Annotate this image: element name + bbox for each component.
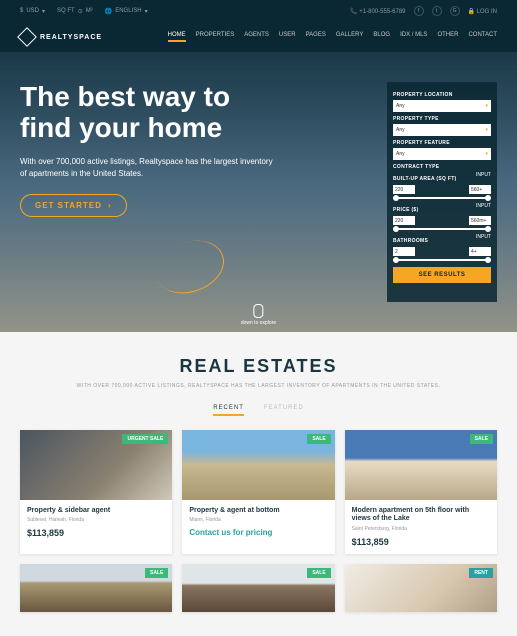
nav-properties[interactable]: PROPERTIES [196,32,235,42]
bath-max-input[interactable]: 4+ [469,247,491,256]
property-card[interactable]: SALE Property & agent at bottom Miami, F… [182,430,334,554]
sale-badge: SALE [145,568,168,578]
sale-badge: SALE [470,434,493,444]
location-label: PROPERTY LOCATION [393,92,491,98]
estates-subtitle: WITH OVER 700,000 ACTIVE LISTINGS, REALT… [20,383,497,389]
nav-pages[interactable]: PAGES [306,32,326,42]
property-location: Miami, Florida [189,517,327,523]
property-title: Modern apartment on 5th floor with views… [352,507,490,524]
tab-featured[interactable]: FEATURED [264,405,304,416]
urgent-sale-badge: URGENT SALE [122,434,168,444]
property-card[interactable]: SALE [20,564,172,612]
see-results-button[interactable]: SEE RESULTS [393,267,491,283]
area-slider[interactable] [393,197,491,199]
google-icon[interactable]: G [450,6,460,16]
topbar-right: 📞 +1-800-555-6789 f t G 🔒 LOG IN [350,6,497,16]
contract-label: CONTRACT TYPE [393,164,491,170]
type-label: PROPERTY TYPE [393,116,491,122]
search-panel: PROPERTY LOCATION Any PROPERTY TYPE Any … [387,82,497,302]
price-min-input[interactable]: 220 [393,216,415,225]
language-selector[interactable]: 🌐 ENGLISH ▾ [105,8,148,15]
estates-title: REAL ESTATES [20,356,497,377]
hero-title: The best way to find your home [20,82,280,144]
get-started-button[interactable]: GET STARTED› [20,194,127,217]
sale-badge: SALE [307,434,330,444]
nav-links: HOME PROPERTIES AGENTS USER PAGES GALLER… [168,32,497,42]
nav-home[interactable]: HOME [168,32,186,42]
price-max-input[interactable]: 560m+ [469,216,491,225]
nav-contact[interactable]: CONTACT [468,32,497,42]
area-min-input[interactable]: 220 [393,185,415,194]
brand-name: REALTYSPACE [40,34,102,41]
property-card[interactable]: RENT [345,564,497,612]
scroll-hint[interactable]: down to explore [241,304,276,326]
nav-other[interactable]: OTHER [437,32,458,42]
bath-slider[interactable] [393,259,491,261]
price-slider[interactable] [393,228,491,230]
type-select[interactable]: Any [393,124,491,136]
property-card[interactable]: URGENT SALE Property & sidebar agent Sub… [20,430,172,554]
rent-badge: RENT [469,568,493,578]
feature-label: PROPERTY FEATURE [393,140,491,146]
nav-blog[interactable]: BLOG [373,32,390,42]
topbar: $ USD ▾ SQ FT ⊙ M² 🌐 ENGLISH ▾ 📞 +1-800-… [0,0,517,22]
twitter-icon[interactable]: t [432,6,442,16]
bath-min-input[interactable]: 2 [393,247,415,256]
property-price: $113,859 [27,528,165,538]
property-image: SALE [182,564,334,612]
estates-section: REAL ESTATES WITH OVER 700,000 ACTIVE LI… [0,332,517,636]
tab-recent[interactable]: RECENT [213,405,244,416]
nav-gallery[interactable]: GALLERY [336,32,364,42]
nav-idx[interactable]: IDX / MLS [400,32,427,42]
property-location: Saint Petersburg, Florida [352,526,490,532]
hero-subtitle: With over 700,000 active listings, Realt… [20,156,280,180]
arrow-icon: › [108,201,112,210]
property-card[interactable]: SALE Modern apartment on 5th floor with … [345,430,497,554]
area-label: BUILT-UP AREA (SQ FT) [393,176,457,182]
property-image: URGENT SALE [20,430,172,500]
nav-agents[interactable]: AGENTS [244,32,269,42]
login-link[interactable]: 🔒 LOG IN [468,8,497,15]
currency-selector[interactable]: $ USD ▾ [20,8,45,15]
property-image: SALE [345,430,497,500]
topbar-left: $ USD ▾ SQ FT ⊙ M² 🌐 ENGLISH ▾ [20,8,148,15]
facebook-icon[interactable]: f [414,6,424,16]
property-title: Property & agent at bottom [189,507,327,515]
property-grid-row2: SALE SALE RENT [20,564,497,612]
hero: The best way to find your home With over… [0,52,517,332]
estates-tabs: RECENT FEATURED [20,405,497,416]
property-image: SALE [182,430,334,500]
phone-number: 📞 +1-800-555-6789 [350,8,405,15]
property-title: Property & sidebar agent [27,507,165,515]
property-price: Contact us for pricing [189,528,327,537]
property-image: RENT [345,564,497,612]
logo-icon [17,27,37,47]
property-location: Sublevel, Hialeah, Florida [27,517,165,523]
location-select[interactable]: Any [393,100,491,112]
property-card[interactable]: SALE [182,564,334,612]
area-unit-selector[interactable]: SQ FT ⊙ M² [57,8,93,15]
property-grid: URGENT SALE Property & sidebar agent Sub… [20,430,497,554]
area-max-input[interactable]: 560+ [469,185,491,194]
property-price: $113,859 [352,537,490,547]
navbar: REALTYSPACE HOME PROPERTIES AGENTS USER … [0,22,517,52]
bath-label: BATHROOMS [393,238,428,244]
property-image: SALE [20,564,172,612]
arrow-swirl-decoration [149,232,232,303]
nav-user[interactable]: USER [279,32,296,42]
price-label: PRICE ($) [393,207,418,213]
hero-content: The best way to find your home With over… [20,82,280,302]
feature-select[interactable]: Any [393,148,491,160]
sale-badge: SALE [307,568,330,578]
logo[interactable]: REALTYSPACE [20,30,102,44]
